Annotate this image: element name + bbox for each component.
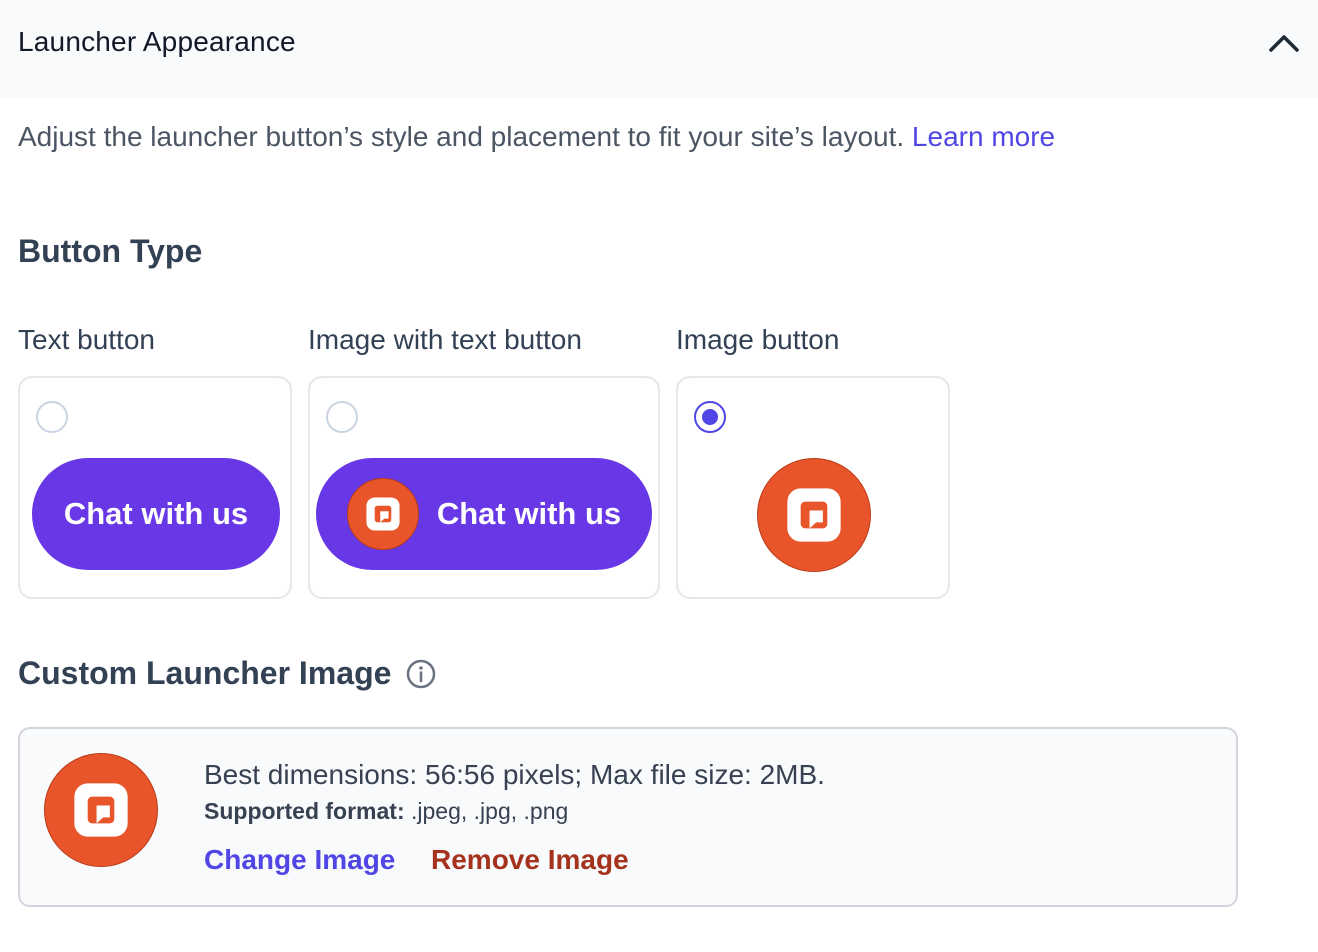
launcher-image-preview-icon [44, 753, 158, 867]
description-text: Adjust the launcher button’s style and p… [18, 121, 912, 152]
supported-format-value: .jpeg, .jpg, .png [404, 798, 569, 824]
text-button-preview-text: Chat with us [63, 496, 249, 531]
change-image-link[interactable]: Change Image [204, 844, 395, 876]
section-title: Launcher Appearance [18, 26, 296, 57]
image-text-button-preview: Chat with us [316, 458, 652, 570]
image-button-label: Image button [676, 324, 840, 355]
image-button-radio[interactable] [694, 401, 726, 433]
image-button-option[interactable] [676, 376, 950, 599]
supported-formats: Supported format: .jpeg, .jpg, .png [204, 798, 568, 825]
custom-image-heading: Custom Launcher Image [18, 655, 392, 691]
section-description: Adjust the launcher button’s style and p… [18, 121, 1055, 153]
text-button-preview: Chat with us [32, 458, 280, 570]
brand-logo-icon [757, 458, 871, 572]
section-header[interactable]: Launcher Appearance [0, 0, 1318, 98]
text-button-option[interactable]: Chat with us [18, 376, 292, 599]
remove-image-link[interactable]: Remove Image [431, 844, 629, 876]
custom-image-heading-row: Custom Launcher Image [18, 655, 437, 692]
custom-image-upload-panel: Best dimensions: 56:56 pixels; Max file … [18, 727, 1238, 907]
learn-more-link[interactable]: Learn more [912, 121, 1055, 152]
image-text-button-radio[interactable] [326, 401, 358, 433]
text-button-label: Text button [18, 324, 155, 355]
brand-logo-icon [346, 478, 419, 550]
image-text-button-label: Image with text button [308, 324, 582, 355]
image-dimensions-hint: Best dimensions: 56:56 pixels; Max file … [204, 759, 825, 790]
button-type-heading: Button Type [18, 233, 203, 269]
chevron-up-icon [1269, 35, 1299, 52]
info-icon[interactable] [405, 658, 437, 690]
image-text-button-option[interactable]: Chat with us [308, 376, 660, 599]
collapse-button[interactable] [1262, 21, 1306, 65]
image-text-button-preview-text: Chat with us [436, 496, 622, 531]
text-button-radio[interactable] [36, 401, 68, 433]
supported-format-label: Supported format: [204, 798, 405, 824]
